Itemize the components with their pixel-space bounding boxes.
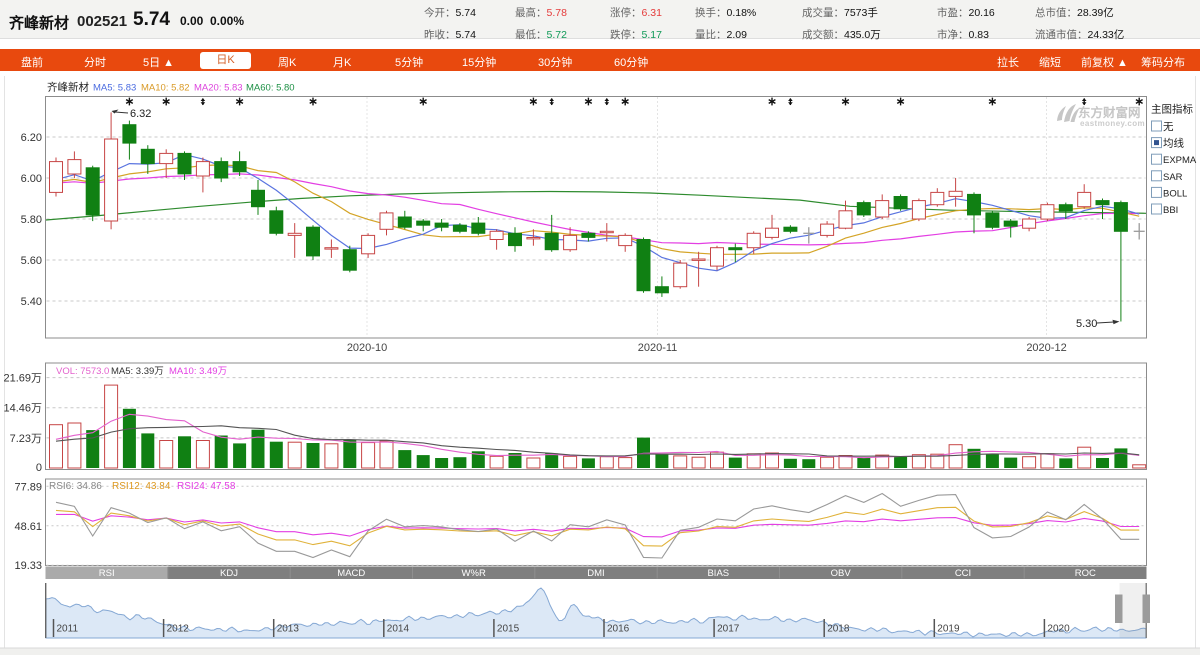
- svg-text:19.33: 19.33: [14, 560, 42, 572]
- svg-text:5.30: 5.30: [1076, 318, 1097, 330]
- svg-text:SAR: SAR: [1163, 172, 1183, 183]
- svg-text:6.20: 6.20: [21, 132, 42, 144]
- svg-text:主图指标: 主图指标: [1151, 103, 1193, 116]
- svg-text:0: 0: [36, 462, 42, 474]
- svg-text:14.46万: 14.46万: [3, 403, 42, 415]
- svg-text:ROC: ROC: [1075, 568, 1096, 579]
- svg-text:OBV: OBV: [831, 568, 852, 579]
- svg-text:BOLL: BOLL: [1163, 188, 1187, 199]
- svg-text:MA60: 5.80: MA60: 5.80: [246, 83, 295, 94]
- svg-text:2017: 2017: [717, 624, 740, 635]
- svg-text:均线: 均线: [1163, 137, 1185, 150]
- svg-text:6.00: 6.00: [21, 173, 42, 185]
- svg-text:2020-10: 2020-10: [347, 342, 387, 354]
- svg-text:2018: 2018: [827, 624, 850, 635]
- svg-text:RSI24: 47.58: RSI24: 47.58: [177, 481, 236, 492]
- svg-text:BBI: BBI: [1163, 205, 1178, 216]
- svg-text:MA20: 5.83: MA20: 5.83: [194, 83, 243, 94]
- svg-text:2014: 2014: [387, 624, 410, 635]
- svg-text:DMI: DMI: [587, 568, 604, 579]
- svg-text:48.61: 48.61: [14, 521, 42, 533]
- svg-text:MACD: MACD: [337, 568, 365, 579]
- svg-text:EXPMA: EXPMA: [1163, 155, 1197, 166]
- svg-text:2020-11: 2020-11: [638, 342, 678, 354]
- svg-text:5.80: 5.80: [21, 214, 42, 226]
- svg-text:RSI12: 43.84: RSI12: 43.84: [112, 481, 171, 492]
- svg-text:2013: 2013: [277, 624, 300, 635]
- svg-text:2011: 2011: [57, 624, 79, 635]
- svg-text:RSI6: 34.86: RSI6: 34.86: [49, 481, 102, 492]
- svg-text:7.23万: 7.23万: [10, 433, 42, 445]
- svg-text:77.89: 77.89: [14, 481, 42, 493]
- svg-text:东方财富网: 东方财富网: [1078, 105, 1141, 120]
- svg-text:KDJ: KDJ: [220, 568, 238, 579]
- svg-text:MA10: 5.82: MA10: 5.82: [141, 83, 190, 94]
- svg-text:21.69万: 21.69万: [3, 373, 42, 385]
- svg-text:齐峰新材: 齐峰新材: [47, 81, 89, 94]
- svg-text:CCI: CCI: [955, 568, 971, 579]
- svg-text:2016: 2016: [607, 624, 630, 635]
- svg-text:eastmoney.com: eastmoney.com: [1080, 119, 1145, 128]
- svg-text:W%R: W%R: [462, 568, 486, 579]
- svg-text:VOL: 7573.0: VOL: 7573.0: [56, 366, 109, 377]
- svg-text:RSI: RSI: [99, 568, 115, 579]
- svg-text:2020-12: 2020-12: [1026, 342, 1066, 354]
- svg-text:2020: 2020: [1047, 624, 1070, 635]
- svg-text:无: 无: [1163, 121, 1174, 133]
- svg-text:2015: 2015: [497, 624, 520, 635]
- svg-text:2012: 2012: [167, 624, 190, 635]
- svg-text:5.40: 5.40: [21, 296, 42, 308]
- svg-text:BIAS: BIAS: [707, 568, 729, 579]
- svg-text:5.60: 5.60: [21, 255, 42, 267]
- svg-text:MA5: 5.83: MA5: 5.83: [93, 83, 136, 94]
- svg-text:2019: 2019: [937, 624, 960, 635]
- svg-text:6.32: 6.32: [130, 108, 151, 120]
- svg-text:MA5: 3.39万: MA5: 3.39万: [111, 366, 164, 377]
- svg-text:MA10: 3.49万: MA10: 3.49万: [169, 366, 227, 377]
